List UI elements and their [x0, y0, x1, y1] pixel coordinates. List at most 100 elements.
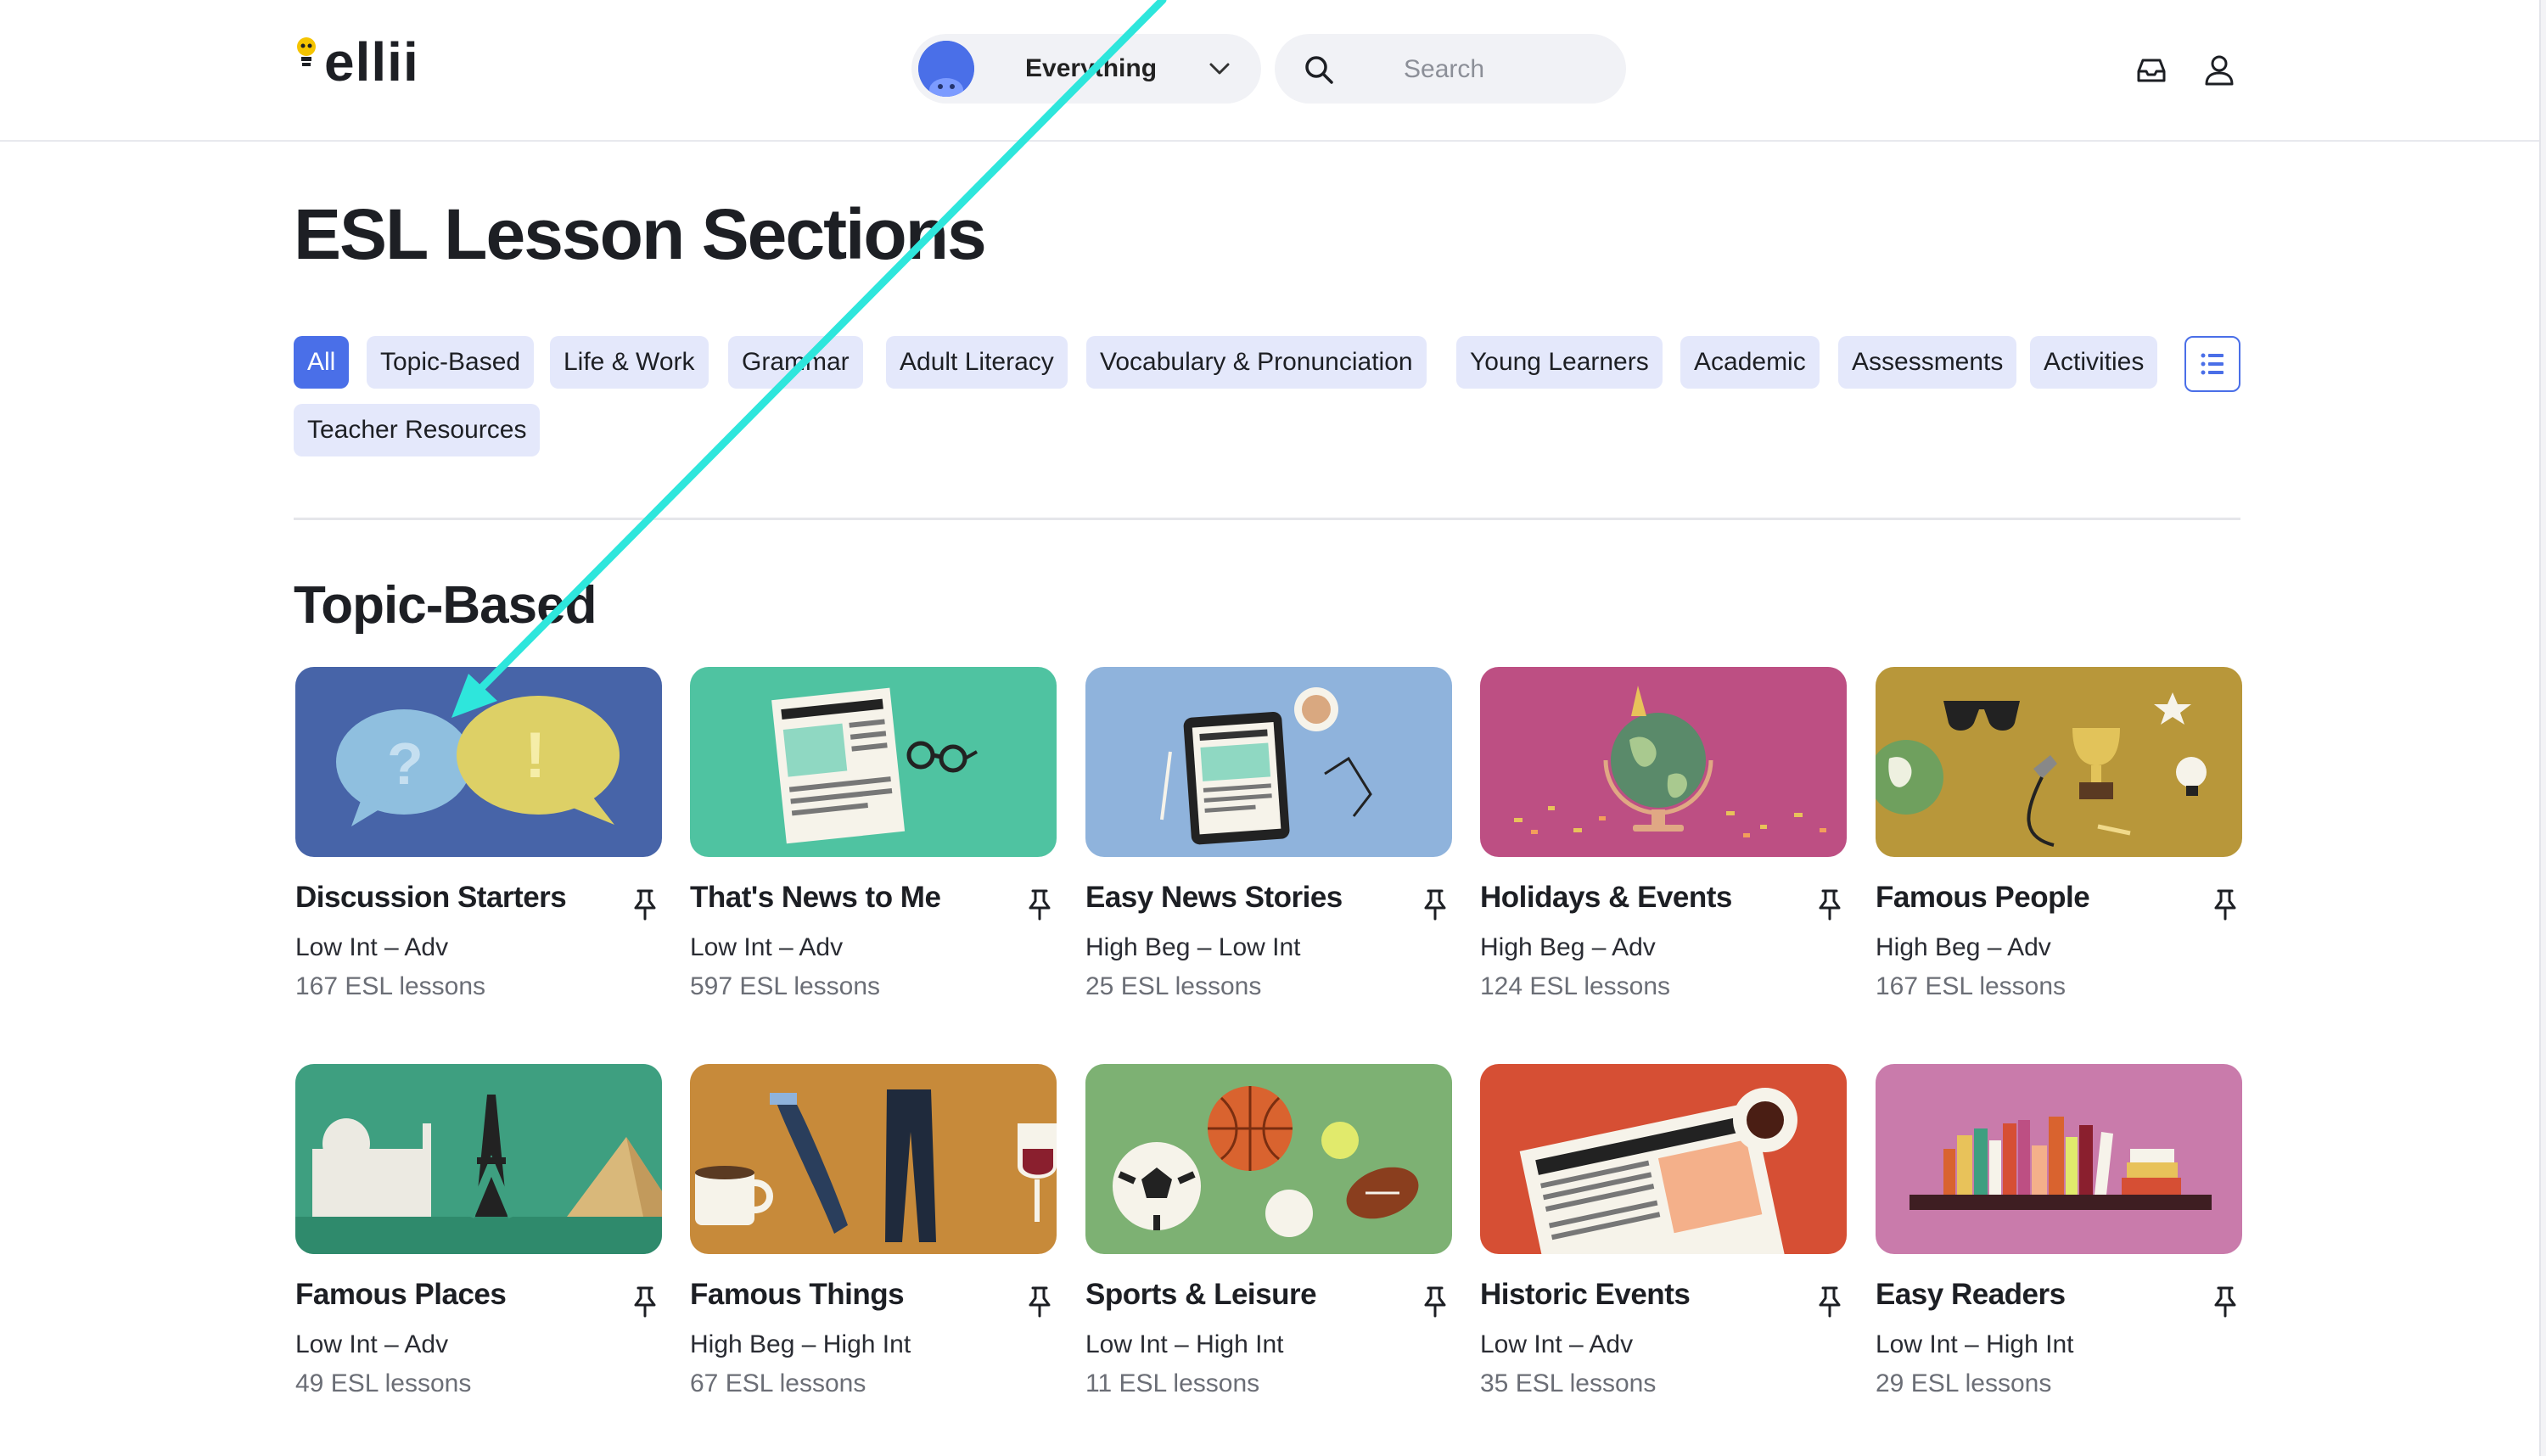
card-title[interactable]: Famous Things	[690, 1278, 905, 1312]
filter-chip-topic-based[interactable]: Topic-Based	[367, 336, 535, 389]
section-title: Topic-Based	[294, 576, 597, 635]
card-famous-places[interactable]: Famous Places Low Int – Adv 49 ESL lesso…	[295, 1064, 662, 1429]
famous-people-illustration	[1876, 692, 2207, 847]
filter-chip-assessments[interactable]: Assessments	[1838, 336, 2017, 389]
card-lesson-count: 167 ESL lessons	[295, 972, 486, 1000]
card-level: High Beg – Adv	[1480, 933, 1656, 961]
card-lesson-count: 11 ESL lessons	[1085, 1369, 1260, 1397]
pin-icon[interactable]	[631, 888, 659, 921]
card-level: Low Int – High Int	[1085, 1330, 1284, 1358]
card-thats-news-to-me[interactable]: That's News to Me Low Int – Adv 597 ESL …	[690, 667, 1057, 1032]
pin-icon[interactable]	[1026, 888, 1053, 921]
card-title[interactable]: Famous Places	[295, 1278, 507, 1312]
card-title[interactable]: That's News to Me	[690, 881, 941, 915]
card-level: High Beg – Adv	[1876, 933, 2051, 961]
card-lesson-count: 597 ESL lessons	[690, 972, 881, 1000]
filter-chip-academic[interactable]: Academic	[1680, 336, 1820, 389]
card-image[interactable]	[1876, 1064, 2242, 1254]
card-discussion-starters[interactable]: ? ! Discussion Starters Low Int – Adv 16…	[295, 667, 662, 1032]
card-level: Low Int – Adv	[295, 1330, 449, 1358]
filter-chip-grammar[interactable]: Grammar	[728, 336, 863, 389]
card-holidays-events[interactable]: Holidays & Events High Beg – Adv 124 ESL…	[1480, 667, 1847, 1032]
famous-places-illustration	[295, 1095, 662, 1254]
list-view-icon	[2201, 353, 2224, 375]
pin-icon[interactable]	[1026, 1285, 1053, 1319]
avatar	[918, 41, 974, 97]
card-image[interactable]	[1085, 667, 1452, 857]
svg-text:?: ?	[387, 731, 423, 797]
card-level: Low Int – Adv	[690, 933, 844, 961]
card-image[interactable]	[1480, 667, 1847, 857]
pin-icon[interactable]	[1816, 888, 1843, 921]
card-title[interactable]: Historic Events	[1480, 1278, 1691, 1312]
pin-icon[interactable]	[1816, 1285, 1843, 1319]
historic-newspaper-illustration	[1519, 1088, 1797, 1254]
speech-bubbles-illustration: ? !	[336, 696, 620, 826]
card-lesson-count: 167 ESL lessons	[1876, 972, 2067, 1000]
scrollbar[interactable]	[2539, 0, 2546, 1456]
globe-party-illustration	[1514, 686, 1826, 837]
filter-chip-activities[interactable]: Activities	[2030, 336, 2158, 389]
section-divider	[294, 518, 2240, 520]
card-famous-things[interactable]: Famous Things High Beg – High Int 67 ESL…	[690, 1064, 1057, 1429]
famous-things-illustration	[695, 1089, 1057, 1242]
card-level: Low Int – High Int	[1876, 1330, 2074, 1358]
card-historic-events[interactable]: Historic Events Low Int – Adv 35 ESL les…	[1480, 1064, 1847, 1429]
card-level: Low Int – Adv	[1480, 1330, 1634, 1358]
scope-dropdown[interactable]: Everything	[911, 34, 1261, 104]
card-image[interactable]: ? !	[295, 667, 662, 857]
list-view-toggle-button[interactable]	[2184, 336, 2240, 392]
filter-chip-adult-literacy[interactable]: Adult Literacy	[886, 336, 1068, 389]
svg-text:!: !	[524, 720, 546, 792]
bookshelf-illustration	[1910, 1117, 2212, 1210]
ellii-logo[interactable]: ellii	[294, 32, 419, 92]
pin-icon[interactable]	[2212, 888, 2239, 921]
inbox-icon[interactable]	[2134, 53, 2169, 88]
card-lesson-count: 29 ESL lessons	[1876, 1369, 2052, 1397]
card-level: Low Int – Adv	[295, 933, 449, 961]
card-lesson-count: 25 ESL lessons	[1085, 972, 1262, 1000]
card-lesson-count: 124 ESL lessons	[1480, 972, 1671, 1000]
search-icon[interactable]	[1302, 53, 1336, 87]
pin-icon[interactable]	[631, 1285, 659, 1319]
card-easy-readers[interactable]: Easy Readers Low Int – High Int 29 ESL l…	[1876, 1064, 2242, 1429]
user-icon[interactable]	[2201, 53, 2237, 88]
filter-chip-young-learners[interactable]: Young Learners	[1456, 336, 1663, 389]
card-lesson-count: 67 ESL lessons	[690, 1369, 866, 1397]
filter-chip-vocabulary-pronunciation[interactable]: Vocabulary & Pronunciation	[1086, 336, 1427, 389]
filter-chip-all[interactable]: All	[294, 336, 350, 389]
card-level: High Beg – Low Int	[1085, 933, 1301, 961]
card-lesson-count: 35 ESL lessons	[1480, 1369, 1657, 1397]
card-lesson-count: 49 ESL lessons	[295, 1369, 472, 1397]
card-image[interactable]	[1085, 1064, 1452, 1254]
card-image[interactable]	[690, 667, 1057, 857]
card-title[interactable]: Easy News Stories	[1085, 881, 1343, 915]
search-input[interactable]	[1402, 48, 1609, 92]
card-title[interactable]: Holidays & Events	[1480, 881, 1732, 915]
page-title: ESL Lesson Sections	[294, 194, 987, 274]
newspaper-illustration	[771, 687, 978, 844]
logo-text: ellii	[324, 31, 419, 92]
filter-chip-teacher-resources[interactable]: Teacher Resources	[294, 404, 541, 456]
card-image[interactable]	[295, 1064, 662, 1254]
top-navigation-bar: ellii Everything	[0, 0, 2539, 142]
chevron-down-icon	[1209, 63, 1230, 75]
card-title[interactable]: Famous People	[1876, 881, 2090, 915]
pin-icon[interactable]	[1422, 888, 1449, 921]
card-sports-leisure[interactable]: Sports & Leisure Low Int – High Int 11 E…	[1085, 1064, 1452, 1429]
card-title[interactable]: Sports & Leisure	[1085, 1278, 1317, 1312]
pin-icon[interactable]	[1422, 1285, 1449, 1319]
card-easy-news-stories[interactable]: Easy News Stories High Beg – Low Int 25 …	[1085, 667, 1452, 1032]
pin-icon[interactable]	[2212, 1285, 2239, 1319]
tablet-news-illustration	[1160, 687, 1372, 845]
lightbulb-logo-icon	[294, 35, 319, 89]
card-image[interactable]	[1876, 667, 2242, 857]
card-famous-people[interactable]: Famous People High Beg – Adv 167 ESL les…	[1876, 667, 2242, 1032]
card-title[interactable]: Discussion Starters	[295, 881, 567, 915]
card-image[interactable]	[1480, 1064, 1847, 1254]
sports-balls-illustration	[1113, 1086, 1419, 1237]
card-image[interactable]	[690, 1064, 1057, 1254]
filter-chip-life-work[interactable]: Life & Work	[550, 336, 709, 389]
scope-label: Everything	[1025, 54, 1158, 82]
card-title[interactable]: Easy Readers	[1876, 1278, 2066, 1312]
